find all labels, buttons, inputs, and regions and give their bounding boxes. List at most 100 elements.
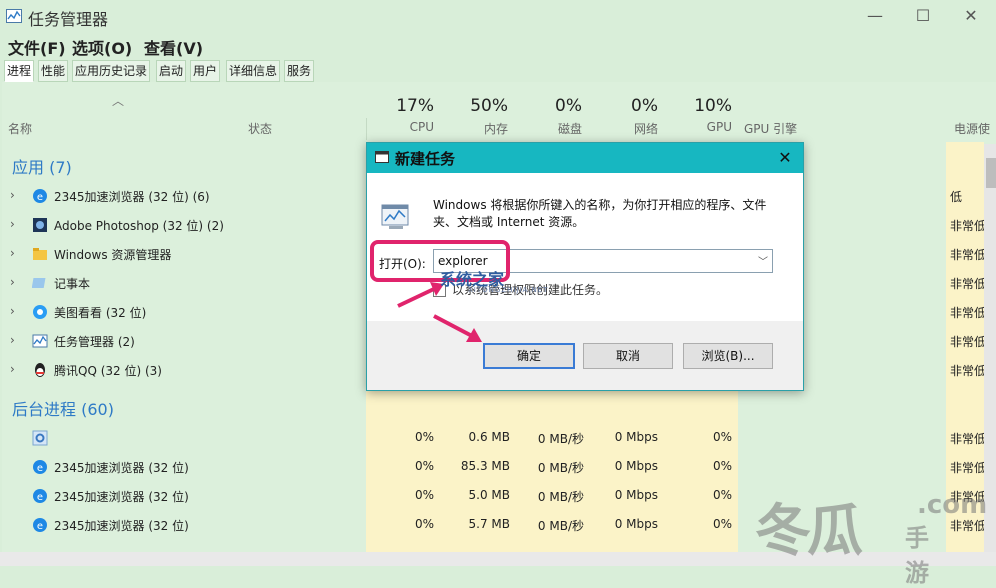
process-name: 腾讯QQ (32 位) (3) [54,364,162,378]
menu-bar: 文件(F) 选项(O) 查看(V) [0,32,996,58]
net-value: 0 Mbps [614,430,658,444]
watermark-xitongzhijia-sub: XITONGZHIJIA.NET [468,286,549,294]
process-name: 2345加速浏览器 (32 位) [54,461,189,475]
process-name: 美图看看 (32 位) [54,306,147,320]
gpu-value: 0% [712,459,732,473]
viewer-icon [33,305,47,319]
process-name: Windows 资源管理器 [54,248,172,262]
browser-icon: e [33,489,47,503]
process-name: Adobe Photoshop (32 位) (2) [54,219,224,233]
task-manager-icon [32,334,48,348]
power-usage: 非常低 [950,432,987,446]
browse-button[interactable]: 浏览(B)... [683,343,773,369]
chevron-right-icon[interactable]: › [10,333,15,347]
power-usage: 非常低 [950,335,987,349]
tab-performance[interactable]: 性能 [38,60,69,82]
gpu-value: 0% [712,430,732,444]
svg-text:e: e [37,521,43,532]
apps-group-title: 应用 (7) [12,158,72,177]
svg-text:e: e [37,463,43,474]
dialog-message: Windows 将根据你所键入的名称，为你打开相应的程序、文件夹、文档或 Int… [433,198,767,229]
header-gpu[interactable]: GPU [672,120,732,134]
qq-icon [35,363,45,377]
header-mem-pct: 50% [470,96,508,116]
process-name: 2345加速浏览器 (32 位) [54,490,189,504]
header-net[interactable]: 网络 [598,120,658,137]
disk-value: 0 MB/秒 [537,461,584,475]
column-divider [366,118,367,140]
power-usage: 非常低 [950,219,987,233]
ok-button[interactable]: 确定 [483,343,575,369]
browser-icon: e [33,518,47,532]
mem-value: 5.7 MB [468,517,510,531]
tab-app-history[interactable]: 应用历史记录 [72,60,151,82]
svg-text:e: e [37,192,43,203]
chevron-right-icon[interactable]: › [10,275,15,289]
net-value: 0 Mbps [614,517,658,531]
disk-value: 0 MB/秒 [537,432,584,446]
menu-options[interactable]: 选项(O) [72,35,132,59]
mem-value: 0.6 MB [468,430,510,444]
header-disk-pct: 0% [555,96,582,116]
cpu-value: 0% [414,488,434,502]
header-gpu-pct: 10% [694,96,732,116]
gpu-value: 0% [712,488,732,502]
menu-view[interactable]: 查看(V) [144,35,203,59]
table-row[interactable]: 0% 0.6 MB 0 MB/秒 0 Mbps 0% 非常低 [2,424,996,452]
chevron-right-icon[interactable]: › [10,362,15,376]
sort-arrow-icon[interactable]: ︿ [112,92,124,109]
dialog-title: 新建任务 [395,150,456,168]
watermark-dongua-main: 冬瓜 [755,499,863,564]
watermark-dongua-com: .com [917,490,988,520]
header-status[interactable]: 状态 [248,120,272,137]
header-power[interactable]: 电源使 [954,120,990,137]
cpu-value: 0% [414,517,434,531]
photoshop-icon [33,218,47,232]
tab-details[interactable]: 详细信息 [226,60,281,82]
chevron-right-icon[interactable]: › [10,246,15,260]
browser-icon: e [33,460,47,474]
chevron-right-icon[interactable]: › [10,217,15,231]
tab-users[interactable]: 用户 [190,60,221,82]
window-title: 任务管理器 [28,10,109,29]
power-usage: 非常低 [950,277,987,291]
process-name: 2345加速浏览器 (32 位) [54,519,189,533]
net-value: 0 Mbps [614,459,658,473]
close-icon[interactable]: ✕ [773,146,797,170]
browser-icon: e [33,189,47,203]
chevron-right-icon[interactable]: › [10,188,15,202]
mem-value: 85.3 MB [460,459,510,473]
arrow-to-ok-button [433,314,482,342]
header-gpu-engine[interactable]: GPU 引擎 [744,120,797,137]
header-cpu[interactable]: CPU [374,120,434,134]
header-name[interactable]: 名称 [8,120,32,137]
chevron-down-icon[interactable]: ﹀ [758,253,768,268]
tab-services[interactable]: 服务 [284,60,315,82]
tab-processes[interactable]: 进程 [4,60,35,82]
watermark-dongua-sub: 手游 [905,524,929,587]
tab-startup[interactable]: 启动 [156,60,187,82]
watermark-dongua: 冬瓜 .com 手游 [755,486,987,587]
title-bar: 任务管理器 — ☐ ✕ [0,0,996,32]
cancel-button[interactable]: 取消 [583,343,673,369]
gear-icon [32,430,48,446]
net-value: 0 Mbps [614,488,658,502]
disk-value: 0 MB/秒 [537,519,584,533]
column-header: ︿ 名称 状态 17% CPU 50% 内存 0% 磁盘 0% 网络 10% G… [2,82,996,142]
background-group-title: 后台进程 (60) [12,400,114,419]
power-usage: 非常低 [950,306,987,320]
chevron-right-icon[interactable]: › [10,304,15,318]
menu-file[interactable]: 文件(F) [8,35,66,59]
close-icon[interactable]: ✕ [948,2,994,30]
process-name: 任务管理器 (2) [54,335,135,349]
power-usage: 非常低 [950,461,987,475]
maximize-icon[interactable]: ☐ [900,2,946,30]
header-disk[interactable]: 磁盘 [522,120,582,137]
power-usage: 低 [950,190,963,204]
power-usage: 非常低 [950,248,987,262]
run-icon [375,151,389,163]
header-mem[interactable]: 内存 [448,120,508,137]
scrollbar-thumb[interactable] [986,158,996,188]
minimize-icon[interactable]: — [852,2,898,30]
table-row[interactable]: e 2345加速浏览器 (32 位) 0% 85.3 MB 0 MB/秒 0 M… [2,453,996,481]
